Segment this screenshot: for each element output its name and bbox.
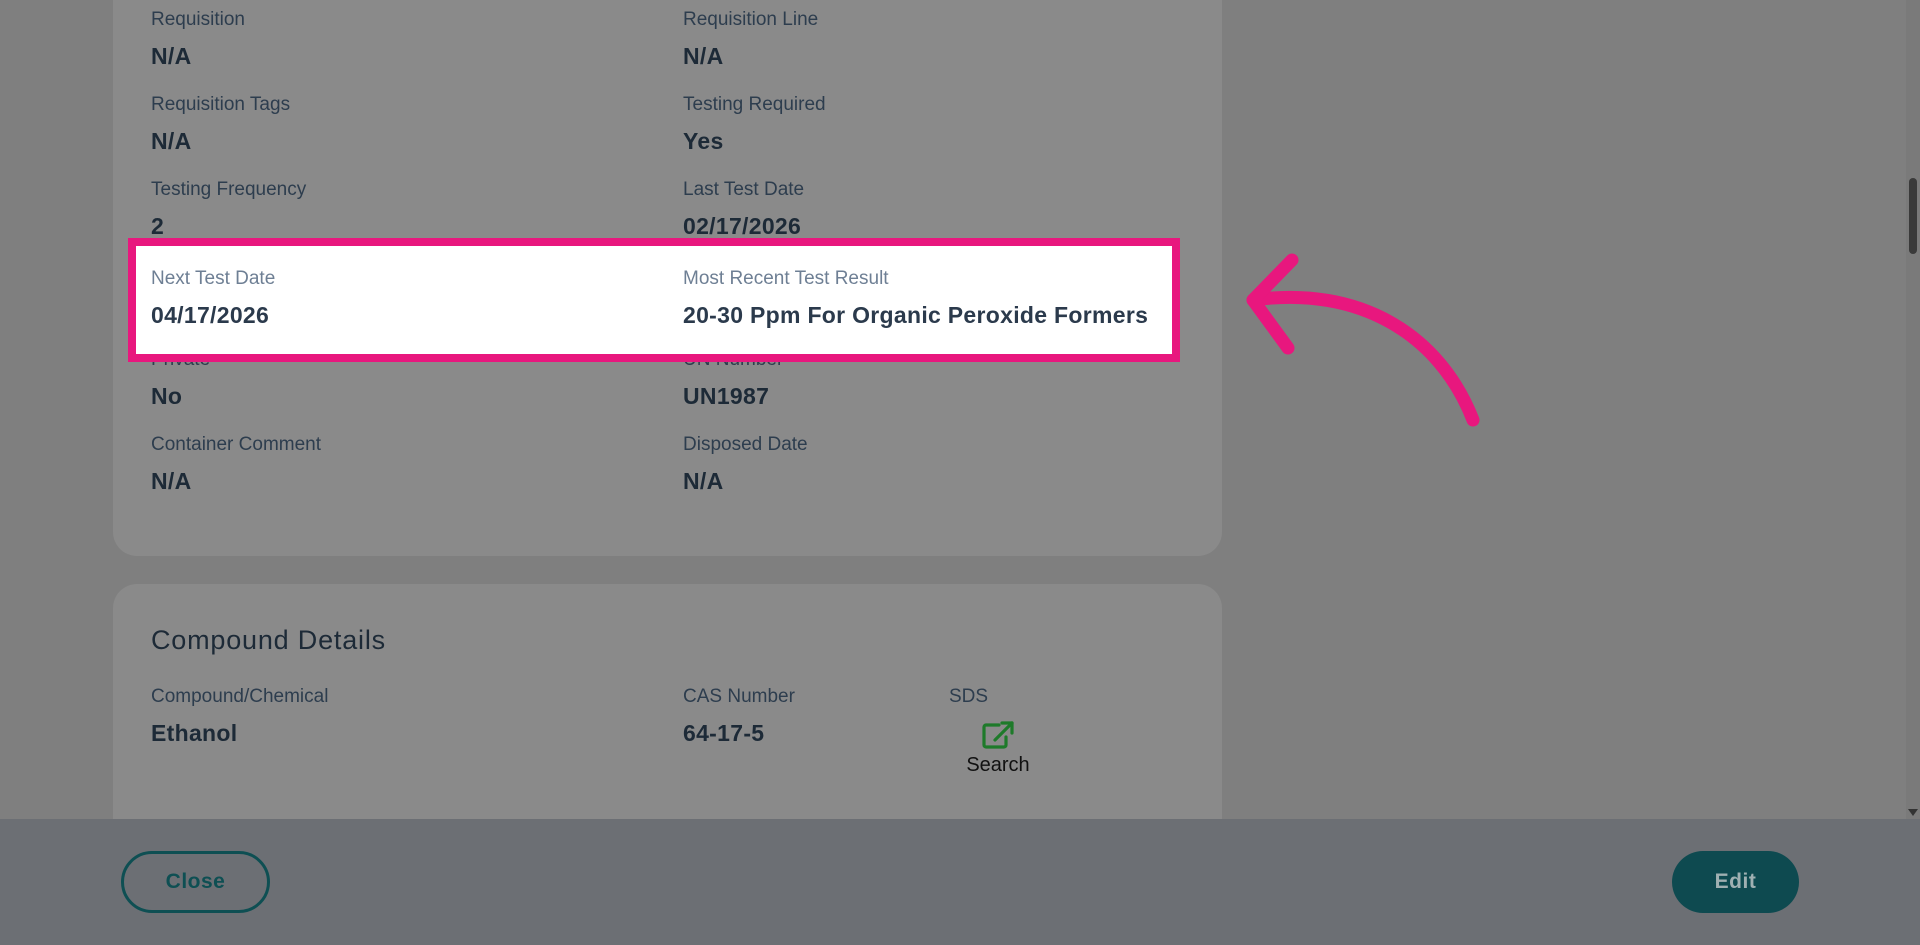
field-value: 20-30 Ppm For Organic Peroxide Formers xyxy=(683,302,1149,328)
section-title-compound-details: Compound Details xyxy=(151,625,386,655)
field-label: Next Test Date xyxy=(151,268,276,289)
field-next-test-date: Next Test Date 04/17/2026 xyxy=(151,268,275,328)
field-value: N/A xyxy=(151,468,192,494)
close-button[interactable]: Close xyxy=(121,851,270,913)
field-value: N/A xyxy=(151,128,192,154)
field-testing-required: Testing Required Yes xyxy=(683,94,826,154)
field-requisition-tags: Requisition Tags N/A xyxy=(151,94,290,154)
field-value: 02/17/2026 xyxy=(683,213,802,239)
field-label: Requisition Tags xyxy=(151,94,291,115)
field-cas-number: CAS Number 64-17-5 xyxy=(683,686,795,746)
field-label: SDS xyxy=(949,686,989,707)
field-compound-chemical: Compound/Chemical Ethanol xyxy=(151,686,328,746)
field-value: N/A xyxy=(683,468,724,494)
field-label: Container Comment xyxy=(151,434,322,455)
scroll-down-arrow-icon[interactable] xyxy=(1908,809,1918,816)
field-label: Last Test Date xyxy=(683,179,805,200)
highlight-box: Next Test Date 04/17/2026 Most Recent Te… xyxy=(128,238,1180,362)
edit-button[interactable]: Edit xyxy=(1672,851,1799,913)
field-label: Compound/Chemical xyxy=(151,686,329,707)
field-label: Requisition xyxy=(151,9,245,30)
annotation-arrow-icon xyxy=(1246,253,1480,427)
field-requisition: Requisition N/A xyxy=(151,9,245,69)
page-scrollbar[interactable] xyxy=(1906,0,1920,819)
dialog-footer: Close Edit xyxy=(0,819,1920,945)
field-requisition-line: Requisition Line N/A xyxy=(683,9,818,69)
sds-search-link[interactable]: Search xyxy=(958,720,1038,777)
field-value: Ethanol xyxy=(151,720,238,746)
external-link-icon xyxy=(982,721,1014,749)
field-label: Testing Required xyxy=(683,94,826,115)
field-value: 2 xyxy=(151,213,165,239)
field-value: UN1987 xyxy=(683,383,770,409)
container-details-page: Requisition N/A Requisition Line N/A Req… xyxy=(0,0,1920,819)
field-last-test-date: Last Test Date 02/17/2026 xyxy=(683,179,804,239)
field-label: Disposed Date xyxy=(683,434,808,455)
field-value: 64-17-5 xyxy=(683,720,765,746)
field-label: CAS Number xyxy=(683,686,795,707)
field-container-comment: Container Comment N/A xyxy=(151,434,321,494)
sds-search-label: Search xyxy=(966,754,1030,776)
field-label: Requisition Line xyxy=(683,9,819,30)
field-most-recent-test-result: Most Recent Test Result 20-30 Ppm For Or… xyxy=(683,268,1148,328)
field-value: No xyxy=(151,383,183,409)
field-disposed-date: Disposed Date N/A xyxy=(683,434,808,494)
field-value: Yes xyxy=(683,128,724,154)
field-value: 04/17/2026 xyxy=(151,302,270,328)
field-label: Most Recent Test Result xyxy=(683,268,889,289)
field-testing-frequency: Testing Frequency 2 xyxy=(151,179,306,239)
field-label: Testing Frequency xyxy=(151,179,307,200)
field-sds: SDS xyxy=(949,686,988,708)
field-value: N/A xyxy=(683,43,724,69)
field-value: N/A xyxy=(151,43,192,69)
scrollbar-thumb[interactable] xyxy=(1909,178,1917,254)
